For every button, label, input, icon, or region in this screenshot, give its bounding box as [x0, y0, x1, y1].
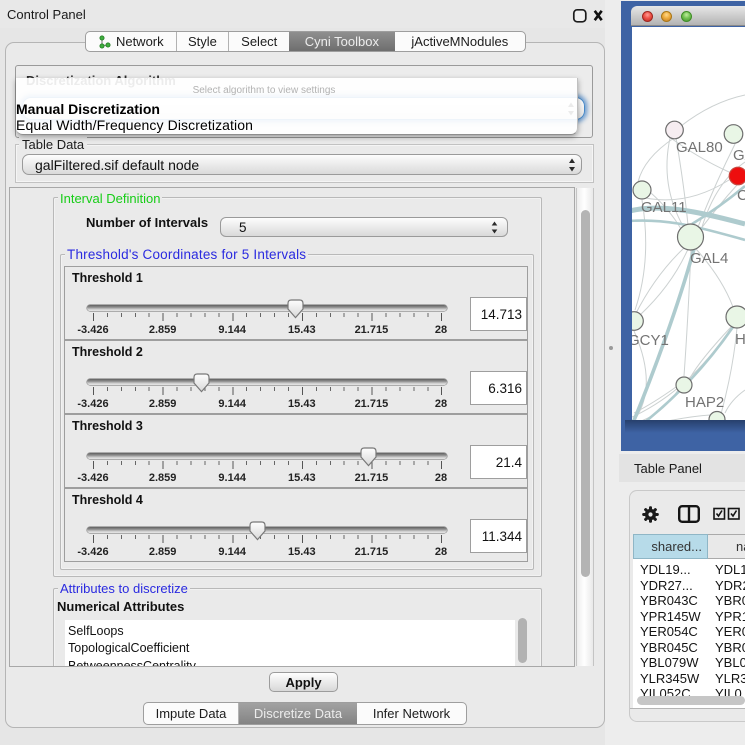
svg-text:GCY1: GCY1: [632, 332, 669, 349]
svg-text:CY: CY: [737, 187, 745, 204]
svg-text:HI: HI: [735, 331, 745, 348]
svg-text:GAL4: GAL4: [690, 250, 728, 267]
svg-text:GAL11: GAL11: [641, 199, 687, 216]
svg-text:GA: GA: [733, 147, 745, 164]
svg-text:GAL80: GAL80: [676, 139, 723, 156]
svg-text:HAP2: HAP2: [685, 394, 724, 411]
